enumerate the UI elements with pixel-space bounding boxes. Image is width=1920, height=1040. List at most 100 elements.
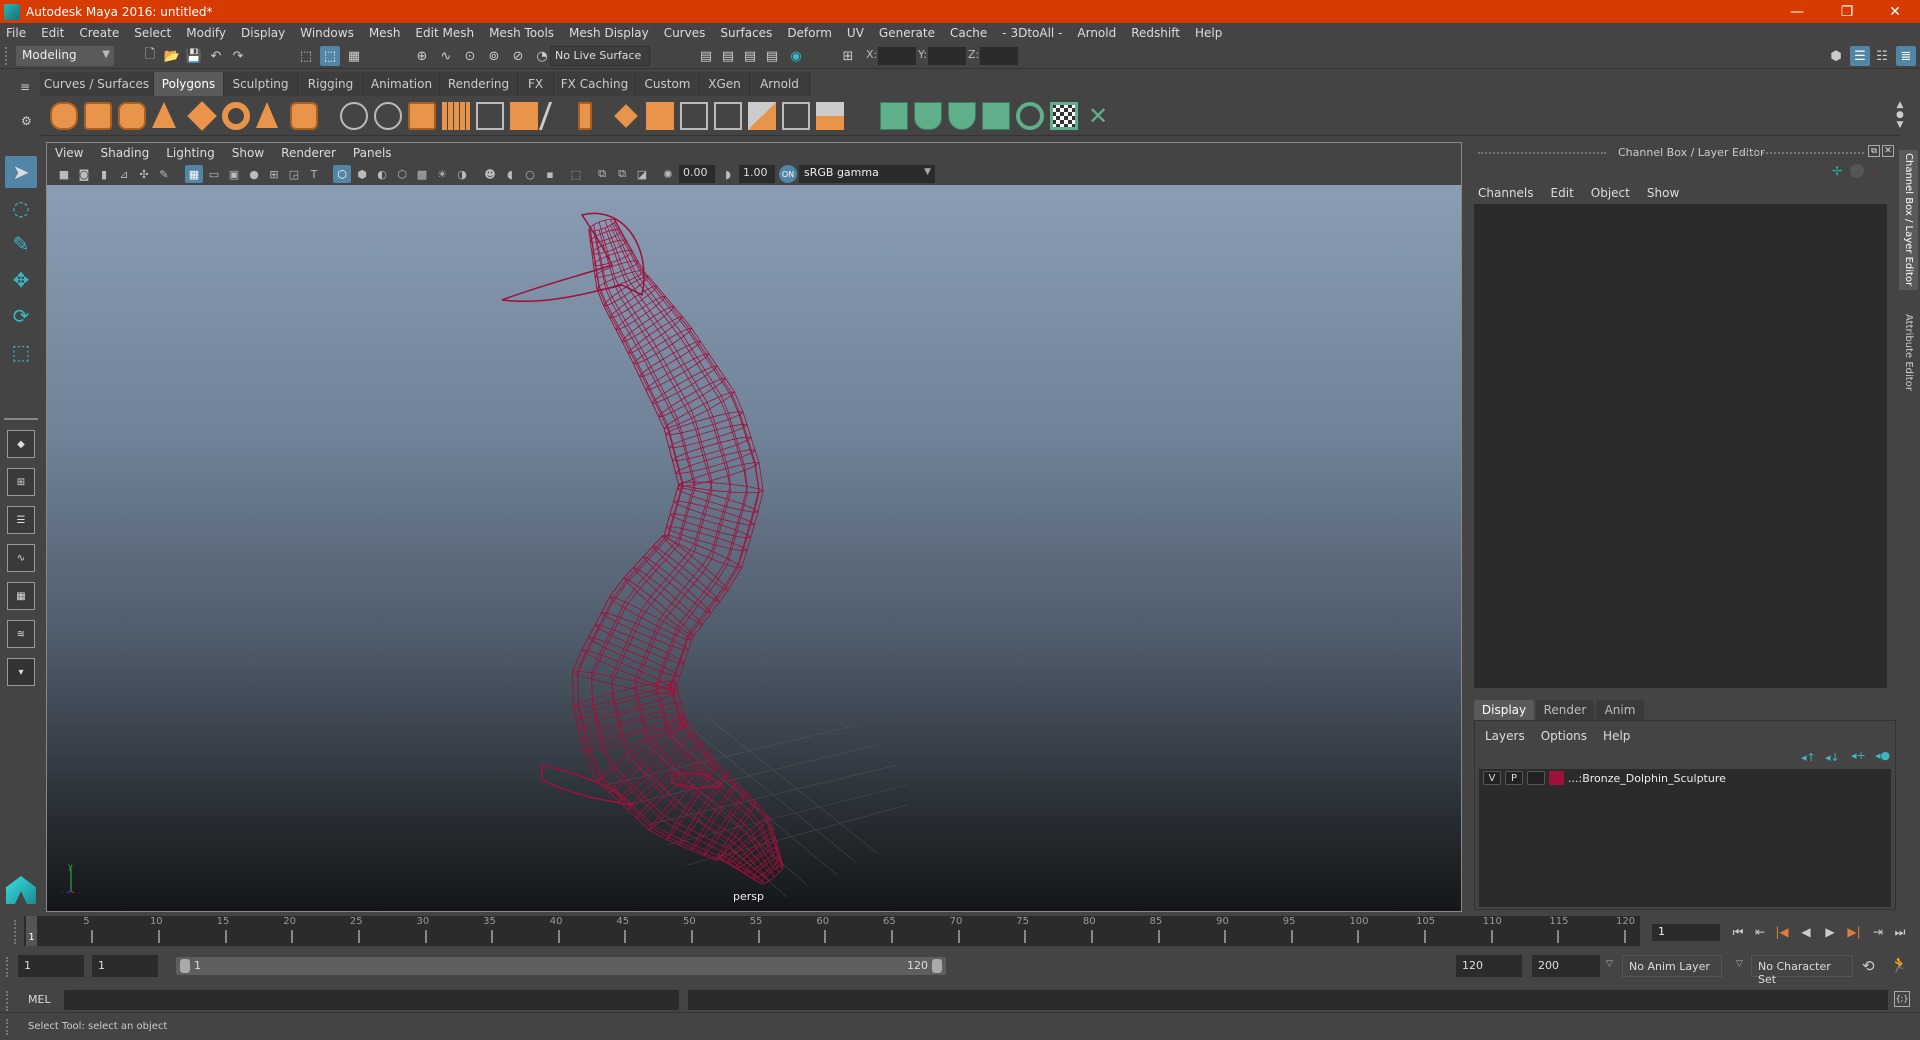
z-field[interactable] <box>980 47 1018 65</box>
side-tab-channel-box[interactable]: Channel Box / Layer Editor <box>1899 150 1918 290</box>
bookmark-icon[interactable]: ▮ <box>95 165 113 183</box>
menu-help[interactable]: Help <box>1195 26 1222 40</box>
dolphin-wireframe-mesh[interactable] <box>501 212 784 885</box>
select-object-icon[interactable]: ⬚ <box>320 46 340 66</box>
current-frame-field[interactable]: 1 <box>1652 924 1720 941</box>
chevron-down-icon[interactable]: ▽ <box>1606 959 1613 969</box>
time-slider-grip[interactable] <box>14 920 18 944</box>
camera-attributes-icon[interactable]: ◙ <box>75 165 93 183</box>
transform-mode-icon[interactable]: ⊞ <box>838 46 858 66</box>
poly-sphere-icon[interactable] <box>50 102 78 130</box>
shadows-icon[interactable]: ◑ <box>453 165 471 183</box>
target-weld-icon[interactable] <box>782 102 810 130</box>
snap-grid-icon[interactable]: ⊕ <box>412 46 432 66</box>
layer-display-type-toggle[interactable] <box>1527 771 1545 785</box>
snap-point-icon[interactable]: ⊙ <box>460 46 480 66</box>
wireframe-icon[interactable]: ⬡ <box>333 165 351 183</box>
undo-icon[interactable]: ↶ <box>206 46 226 66</box>
shelf-tab-animation[interactable]: Animation <box>364 72 440 96</box>
perspective-viewport[interactable]: y x z persp <box>47 185 1461 911</box>
select-camera-icon[interactable]: ■ <box>55 165 73 183</box>
y-field[interactable] <box>928 47 966 65</box>
smooth-icon[interactable] <box>442 102 470 130</box>
playback-end-field[interactable]: 120 <box>1456 955 1522 977</box>
cut-uv-icon[interactable]: ✕ <box>1084 102 1112 130</box>
extrude-icon[interactable] <box>646 102 674 130</box>
outliner-persp-layout-icon[interactable]: ☰ <box>7 506 35 534</box>
use-default-material-icon[interactable]: ◐ <box>373 165 391 183</box>
lasso-tool-icon[interactable]: ◌ <box>5 192 37 224</box>
auto-key-toggle-icon[interactable]: ⟲ <box>1862 957 1875 975</box>
shelf-tab-sculpting[interactable]: Sculpting <box>224 72 298 96</box>
channel-box-menu-channels[interactable]: Channels <box>1478 186 1534 200</box>
range-slider-grip[interactable] <box>6 957 10 977</box>
menu-curves[interactable]: Curves <box>664 26 706 40</box>
view-transform-dropdown[interactable]: sRGB gamma ▼ <box>799 165 935 183</box>
shelf-tab-rigging[interactable]: Rigging <box>298 72 364 96</box>
panel-menu-show[interactable]: Show <box>232 146 264 160</box>
single-perspective-layout-icon[interactable]: ◆ <box>7 430 35 458</box>
depth-of-field-icon[interactable]: ▪ <box>541 165 559 183</box>
shelf-tab-xgen[interactable]: XGen <box>700 72 750 96</box>
rotate-axis-icon[interactable]: ⟋ <box>1870 164 1878 179</box>
panel-menu-lighting[interactable]: Lighting <box>166 146 215 160</box>
shelf-menu-icon[interactable]: ≡ <box>20 80 30 94</box>
select-tool-icon[interactable]: ➤ <box>5 156 37 188</box>
textured-icon[interactable]: ▩ <box>413 165 431 183</box>
maya-home-logo-icon[interactable] <box>6 876 36 904</box>
menu-create[interactable]: Create <box>79 26 119 40</box>
mode-selector[interactable]: Modeling ▼ <box>16 46 114 66</box>
live-surface-field[interactable]: No Live Surface <box>550 46 650 66</box>
automatic-uv-icon[interactable] <box>982 102 1010 130</box>
anim-layer-selector[interactable]: No Anim Layer <box>1622 955 1722 977</box>
grid-icon[interactable]: ▦ <box>185 165 203 183</box>
uv-editor-icon[interactable] <box>1050 102 1078 130</box>
resolution-gate-icon[interactable]: ▣ <box>225 165 243 183</box>
menu-uv[interactable]: UV <box>847 26 864 40</box>
layer-visibility-toggle[interactable]: V <box>1483 771 1501 785</box>
bevel-icon[interactable] <box>578 102 592 130</box>
extract-icon[interactable] <box>476 102 504 130</box>
snap-projected-icon[interactable]: ⊚ <box>484 46 504 66</box>
screen-space-ao-icon[interactable]: ☻ <box>481 165 499 183</box>
panel-menu-panels[interactable]: Panels <box>353 146 392 160</box>
close-button[interactable]: ✕ <box>1872 0 1918 23</box>
layer-playback-toggle[interactable]: P <box>1505 771 1523 785</box>
layout-menu-icon[interactable]: ▾ <box>7 658 35 686</box>
command-input[interactable] <box>64 990 679 1010</box>
menu-generate[interactable]: Generate <box>879 26 935 40</box>
tool-settings-icon[interactable]: ☷ <box>1872 46 1892 66</box>
exposure-icon[interactable]: ✺ <box>659 165 677 183</box>
render-settings-icon[interactable]: ▤ <box>762 46 782 66</box>
menu-redshift[interactable]: Redshift <box>1131 26 1180 40</box>
xray-components-icon[interactable]: ◪ <box>633 165 651 183</box>
use-all-lights-icon[interactable]: ☀ <box>433 165 451 183</box>
film-gate-icon[interactable]: ▭ <box>205 165 223 183</box>
menu-edit[interactable]: Edit <box>41 26 64 40</box>
close-panel-icon[interactable]: ✕ <box>1882 145 1894 157</box>
spherical-uv-icon[interactable] <box>948 102 976 130</box>
fill-hole-icon[interactable] <box>748 102 776 130</box>
combine-icon[interactable] <box>340 102 368 130</box>
menu-cache[interactable]: Cache <box>950 26 987 40</box>
menu-edit-mesh[interactable]: Edit Mesh <box>415 26 474 40</box>
poly-cone-icon[interactable] <box>152 102 176 128</box>
save-scene-icon[interactable]: 💾 <box>184 46 204 66</box>
panel-menu-shading[interactable]: Shading <box>100 146 149 160</box>
snap-view-plane-icon[interactable]: ⊘ <box>508 46 528 66</box>
smooth-shade-icon[interactable]: ⬢ <box>353 165 371 183</box>
render-current-icon[interactable]: ▤ <box>718 46 738 66</box>
ipr-render-icon[interactable]: ▤ <box>740 46 760 66</box>
menu-3dtoall[interactable]: - 3DtoAll - <box>1002 26 1062 40</box>
menu-select[interactable]: Select <box>134 26 171 40</box>
time-slider[interactable]: 1 5 10 15 20 25 30 35 40 45 50 55 60 65 70 75 80 85 90 95 1… <box>24 916 1640 946</box>
shelf-tab-fx[interactable]: FX <box>518 72 554 96</box>
current-frame-marker[interactable]: 1 <box>26 916 37 946</box>
poly-torus-icon[interactable] <box>222 102 250 130</box>
layer-tab-display[interactable]: Display <box>1474 700 1534 720</box>
channel-box-attributes[interactable] <box>1474 204 1887 688</box>
move-layer-down-icon[interactable]: ◂↓ <box>1825 751 1840 764</box>
animation-start-field[interactable]: 1 <box>18 955 84 977</box>
four-view-layout-icon[interactable]: ⊞ <box>7 468 35 496</box>
character-set-selector[interactable]: No Character Set <box>1751 955 1853 986</box>
